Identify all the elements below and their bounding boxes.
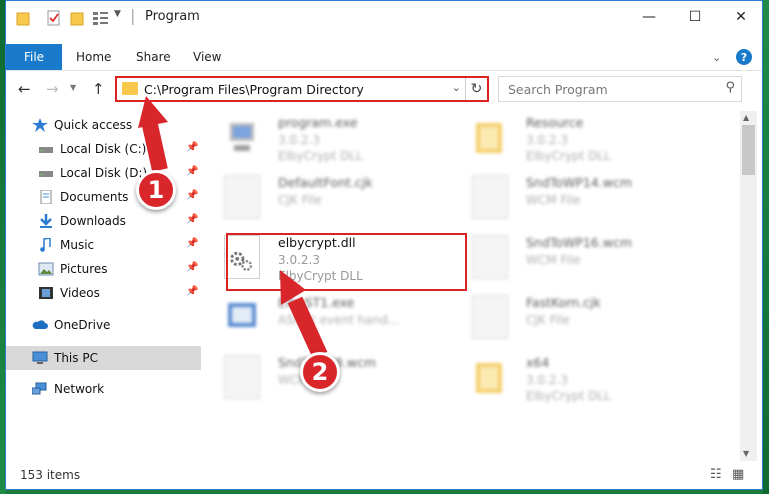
arrow-1	[138, 96, 168, 172]
step-badge-1: 1	[136, 170, 176, 210]
annotation-arrows	[138, 96, 328, 359]
arrow-2	[280, 270, 328, 359]
step-badge-2: 2	[300, 352, 340, 392]
